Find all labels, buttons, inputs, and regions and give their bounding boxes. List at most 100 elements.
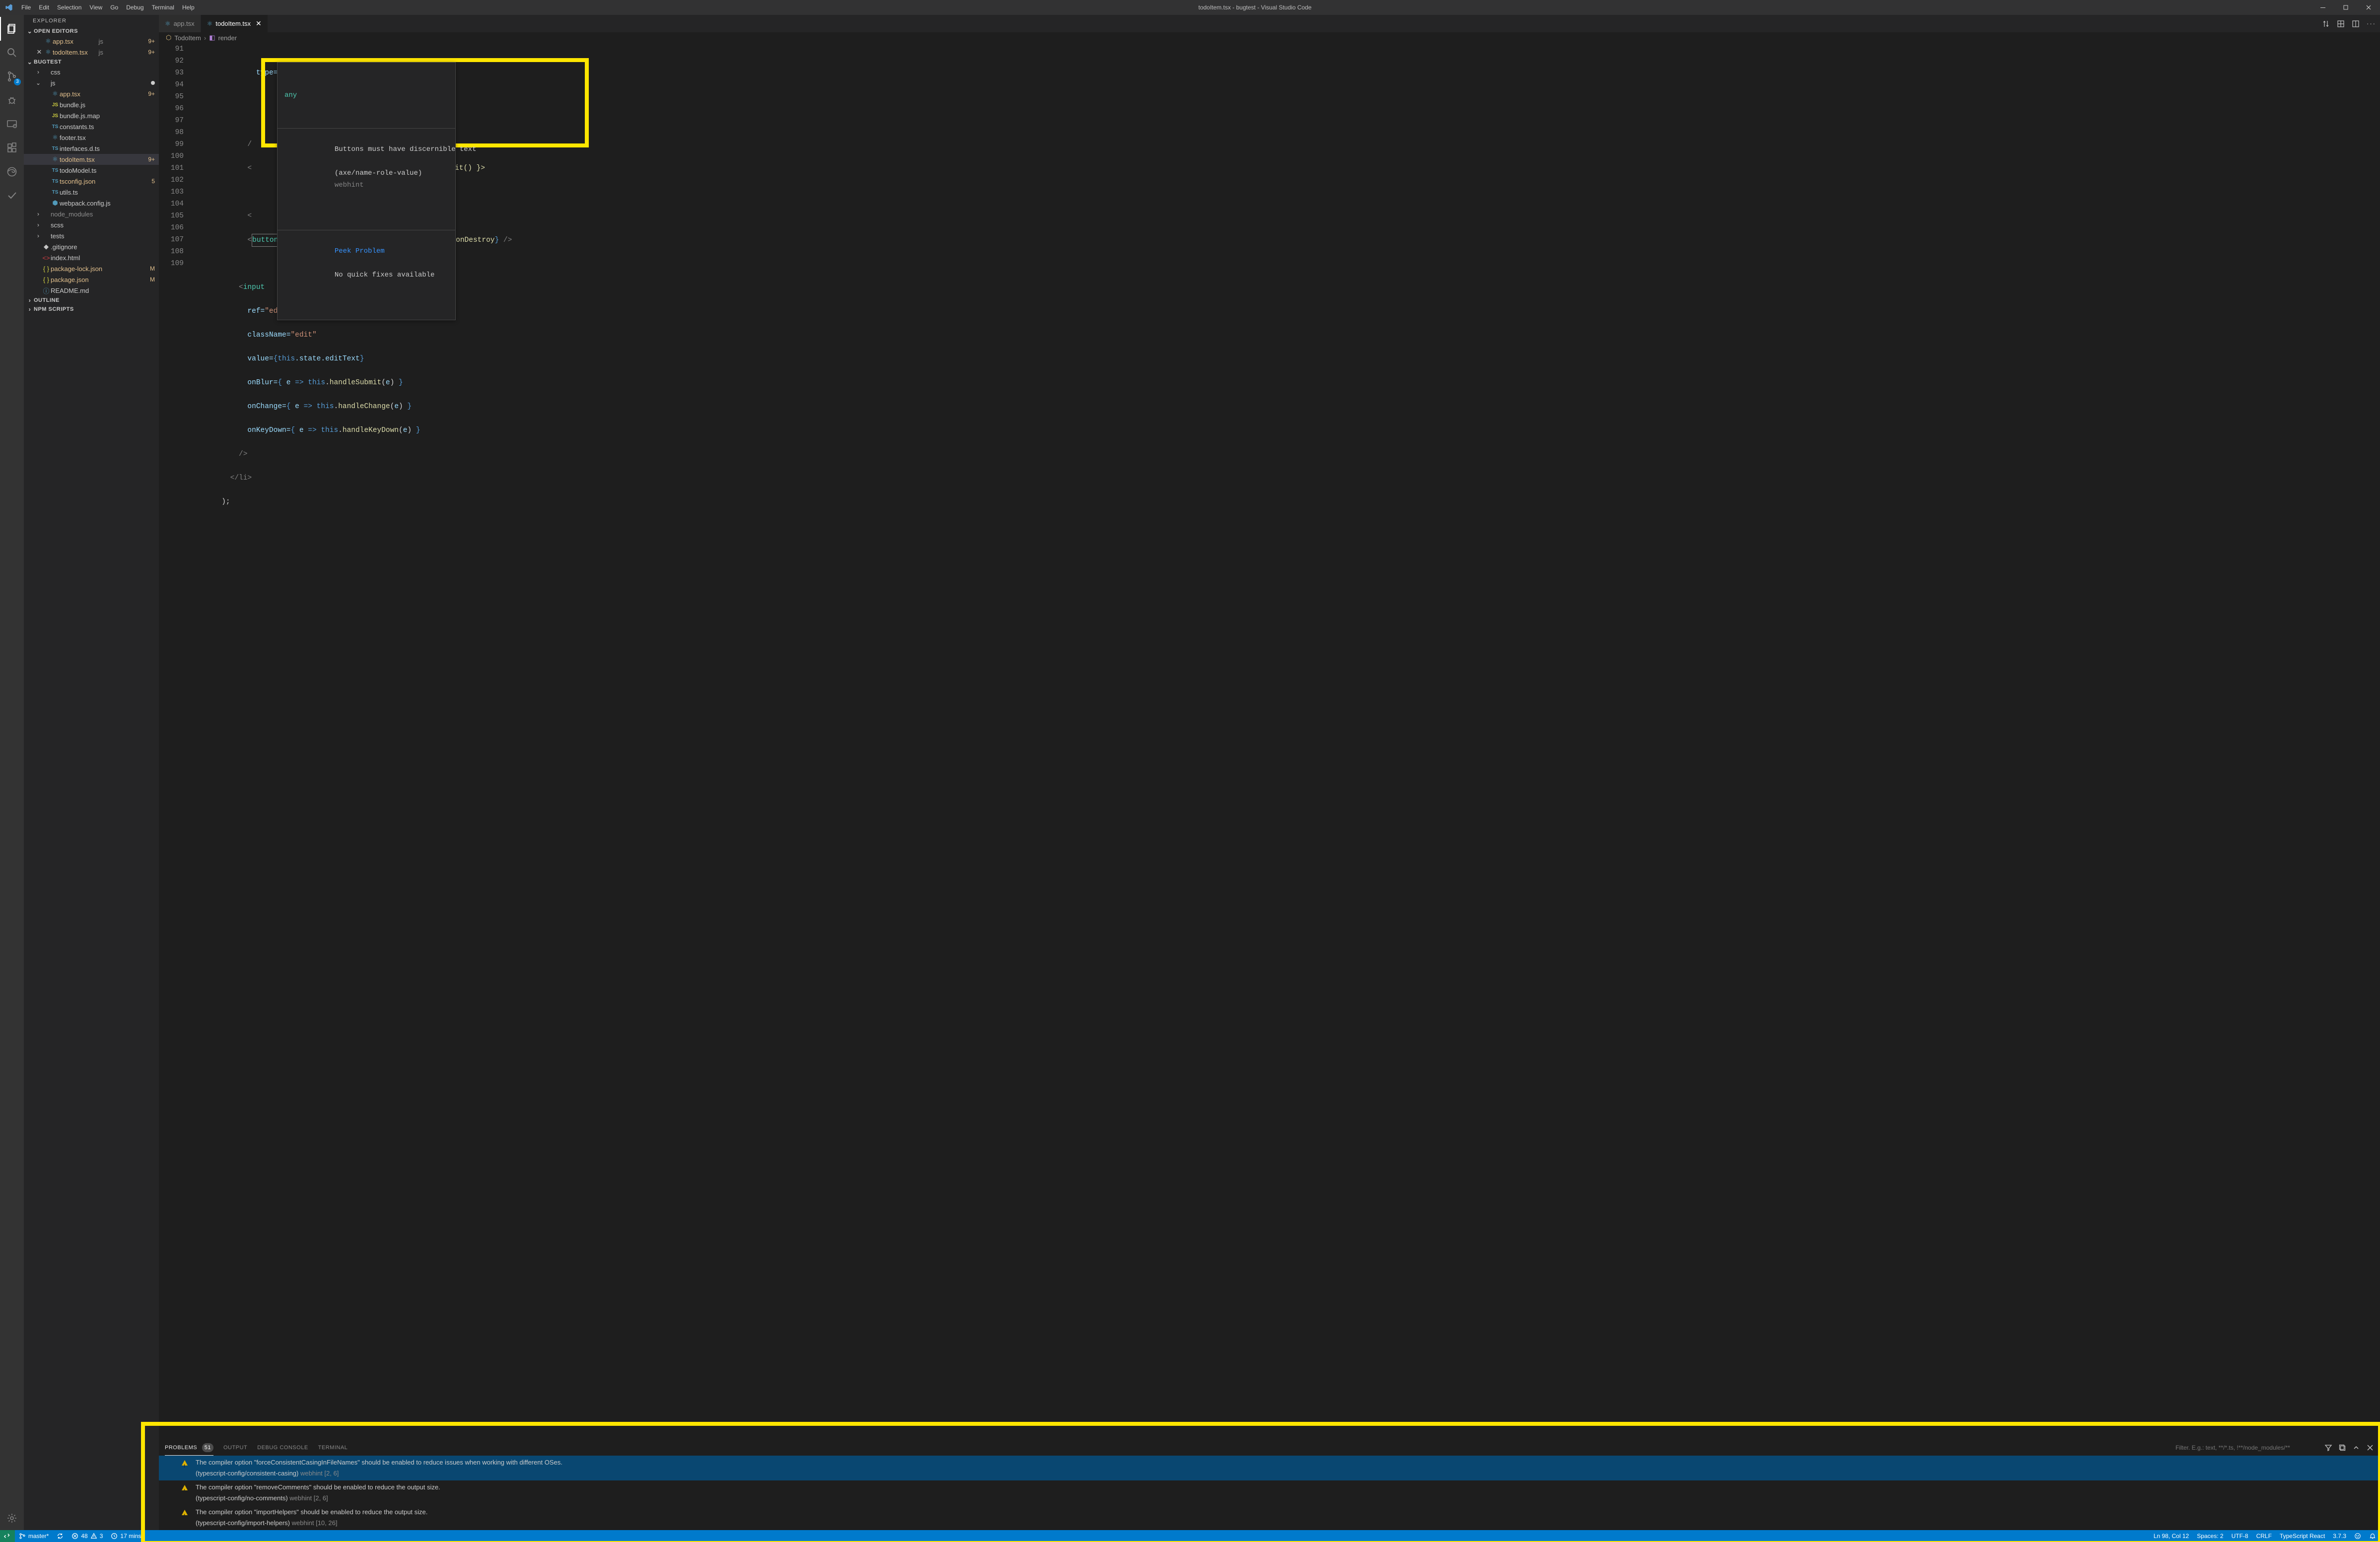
status-ts-version[interactable]: 3.7.3: [2329, 1530, 2350, 1542]
peek-problem-link[interactable]: Peek Problem: [335, 247, 385, 255]
tree-folder[interactable]: ›css: [24, 67, 159, 77]
status-eol[interactable]: CRLF: [2252, 1530, 2276, 1542]
activity-settings-icon[interactable]: [0, 1506, 24, 1530]
status-language-mode[interactable]: TypeScript React: [2276, 1530, 2329, 1542]
folder-header[interactable]: ⌄BUGTEST: [24, 58, 159, 67]
dirty-indicator-icon: [151, 81, 155, 85]
tree-folder[interactable]: ›scss: [24, 219, 159, 230]
breadcrumbs[interactable]: ⬡ TodoItem › ◧ render: [159, 32, 2380, 43]
collapse-all-icon[interactable]: [2338, 1444, 2346, 1452]
panel-maximize-icon[interactable]: [2352, 1444, 2360, 1452]
npm-scripts-label: NPM SCRIPTS: [34, 306, 74, 312]
problems-filter-input[interactable]: [2175, 1444, 2314, 1451]
code-content[interactable]: type="checkbox" / < leEdit() }> < <butto…: [192, 43, 2380, 1439]
status-encoding[interactable]: UTF-8: [2228, 1530, 2252, 1542]
status-notifications-icon[interactable]: [2365, 1530, 2380, 1542]
tree-folder[interactable]: ›tests: [24, 230, 159, 241]
tree-file[interactable]: TSutils.ts: [24, 187, 159, 198]
activity-debug-icon[interactable]: [0, 88, 24, 112]
tree-file[interactable]: ⬢webpack.config.js: [24, 198, 159, 209]
tree-file[interactable]: ⓘREADME.md: [24, 285, 159, 296]
menu-help[interactable]: Help: [178, 0, 199, 15]
problems-count-badge: 51: [202, 1443, 213, 1452]
status-sync[interactable]: [53, 1530, 68, 1542]
close-button[interactable]: [2357, 0, 2380, 15]
activity-edge-icon[interactable]: [0, 160, 24, 184]
tree-file[interactable]: JSbundle.js.map: [24, 110, 159, 121]
panel-tab-problems[interactable]: PROBLEMS 51: [165, 1443, 213, 1452]
split-editor-grid-icon[interactable]: [2337, 20, 2345, 28]
more-actions-icon[interactable]: ···: [2367, 20, 2376, 27]
compare-changes-icon[interactable]: [2322, 20, 2330, 28]
split-editor-icon[interactable]: [2352, 20, 2360, 28]
panel-tab-debug[interactable]: DEBUG CONSOLE: [257, 1445, 308, 1451]
breadcrumb-item[interactable]: TodoItem: [174, 34, 201, 42]
code-text: value=: [247, 355, 273, 363]
outline-header[interactable]: ›OUTLINE: [24, 296, 159, 305]
status-branch[interactable]: master*: [15, 1530, 53, 1542]
filter-icon[interactable]: [2324, 1444, 2332, 1452]
tree-file[interactable]: ⚛footer.tsx: [24, 132, 159, 143]
close-editor-icon[interactable]: ✕: [35, 48, 44, 56]
tree-item-label: app.tsx: [60, 90, 146, 98]
menu-view[interactable]: View: [85, 0, 106, 15]
tree-file[interactable]: <>index.html: [24, 252, 159, 263]
open-editor-todoitem[interactable]: ✕ ⚛ todoItem.tsx js 9+: [24, 47, 159, 58]
panel-tab-output[interactable]: OUTPUT: [223, 1445, 247, 1451]
tab-label: todoItem.tsx: [215, 20, 251, 27]
code-editor[interactable]: 9192939495969798991001011021031041051061…: [159, 43, 2380, 1439]
npm-scripts-header[interactable]: ›NPM SCRIPTS: [24, 305, 159, 314]
breadcrumb-item[interactable]: render: [218, 34, 237, 42]
menu-selection[interactable]: Selection: [53, 0, 85, 15]
tree-file[interactable]: { }package.jsonM: [24, 274, 159, 285]
status-feedback-icon[interactable]: [2350, 1530, 2365, 1542]
tree-file[interactable]: ⚛app.tsx9+: [24, 88, 159, 99]
tree-file[interactable]: ⚛todoItem.tsx9+: [24, 154, 159, 165]
panel-close-icon[interactable]: [2366, 1444, 2374, 1452]
code-text: this: [278, 355, 295, 363]
tree-folder[interactable]: ›node_modules: [24, 209, 159, 219]
activity-check-icon[interactable]: [0, 184, 24, 208]
code-text: =>: [304, 403, 312, 411]
tab-todoitem[interactable]: ⚛ todoItem.tsx ✕: [201, 15, 268, 32]
tree-file[interactable]: JSbundle.js: [24, 99, 159, 110]
tree-item-label: README.md: [51, 287, 155, 294]
menu-file[interactable]: File: [17, 0, 35, 15]
problem-row[interactable]: The compiler option "forceConsistentCasi…: [159, 1456, 2380, 1480]
tree-item-label: index.html: [51, 254, 155, 262]
problem-row[interactable]: The compiler option "importHelpers" shou…: [159, 1505, 2380, 1530]
remote-indicator[interactable]: [0, 1530, 15, 1542]
tree-file[interactable]: ◆.gitignore: [24, 241, 159, 252]
activity-search-icon[interactable]: [0, 41, 24, 65]
open-editors-header[interactable]: ⌄OPEN EDITORS: [24, 27, 159, 36]
status-problems[interactable]: 48 3: [68, 1530, 107, 1542]
menu-debug[interactable]: Debug: [122, 0, 147, 15]
menu-edit[interactable]: Edit: [35, 0, 53, 15]
code-text: "edit": [290, 331, 316, 339]
tree-file[interactable]: TStsconfig.json5: [24, 176, 159, 187]
tree-file[interactable]: TStodoModel.ts: [24, 165, 159, 176]
activity-extensions-icon[interactable]: [0, 136, 24, 160]
activity-scm-icon[interactable]: 3: [0, 65, 24, 88]
minimize-button[interactable]: [2311, 0, 2334, 15]
problem-badge: 5: [149, 178, 155, 185]
tree-item-label: todoItem.tsx: [60, 156, 146, 163]
close-tab-icon[interactable]: ✕: [256, 19, 262, 28]
tree-file[interactable]: { }package-lock.jsonM: [24, 263, 159, 274]
activity-explorer-icon[interactable]: [0, 17, 24, 41]
tree-folder[interactable]: ⌄js: [24, 77, 159, 88]
menu-terminal[interactable]: Terminal: [148, 0, 178, 15]
activity-remote-icon[interactable]: [0, 112, 24, 136]
tree-file[interactable]: TSinterfaces.d.ts: [24, 143, 159, 154]
open-editor-app[interactable]: ⚛ app.tsx js 9+: [24, 36, 159, 47]
react-icon: ⚛: [165, 20, 171, 28]
problem-row[interactable]: The compiler option "removeComments" sho…: [159, 1480, 2380, 1505]
tree-file[interactable]: TSconstants.ts: [24, 121, 159, 132]
status-indentation[interactable]: Spaces: 2: [2193, 1530, 2227, 1542]
tab-app[interactable]: ⚛ app.tsx: [159, 15, 201, 32]
status-cursor-position[interactable]: Ln 98, Col 12: [2150, 1530, 2193, 1542]
maximize-button[interactable]: [2334, 0, 2357, 15]
status-clock[interactable]: 17 mins: [107, 1530, 145, 1542]
panel-tab-terminal[interactable]: TERMINAL: [318, 1445, 348, 1451]
menu-go[interactable]: Go: [106, 0, 122, 15]
